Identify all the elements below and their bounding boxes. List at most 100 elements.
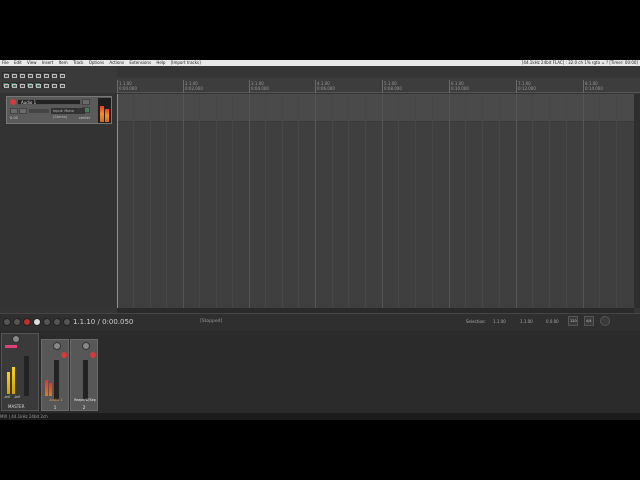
menu-options[interactable]: Options (87, 60, 106, 66)
mute-button[interactable] (82, 99, 90, 105)
selection-end[interactable]: 1.1.00 (520, 319, 533, 324)
ruler-label: 7.1.00 0:12.000 (518, 81, 536, 91)
lock-icon[interactable] (58, 72, 65, 78)
mixer-panel: -inf -inf MASTER Audio 1 1 ReaperW/Sep 2 (0, 331, 640, 420)
ruler-tick (583, 80, 584, 93)
ruler-label: 5.1.00 0:08.000 (384, 81, 402, 91)
rate-knob-icon[interactable] (600, 316, 610, 326)
window-title: [44.1kHz 24bit FLAC] : 32.0 ch 1% rgta =… (521, 60, 638, 65)
auto-crossfade-icon[interactable] (42, 82, 49, 88)
strip1-number: 1 (53, 405, 57, 410)
strip1-name[interactable]: Audio 1 (44, 398, 68, 402)
record-button[interactable] (23, 318, 31, 326)
strip2-pan-knob[interactable] (82, 342, 90, 350)
menu-actions[interactable]: Actions (107, 60, 126, 66)
input-select[interactable]: Input: Mono (Stereo) (51, 108, 85, 119)
menu-import-tracks[interactable]: [Import tracks] (169, 60, 203, 66)
meter-left (100, 106, 104, 122)
arrange-view[interactable] (117, 94, 634, 308)
ruler-label: 2.1.00 0:02.000 (185, 81, 203, 91)
ruler-tick (117, 80, 118, 93)
track-volume-value: 0.00 (10, 116, 18, 120)
strip1-fader[interactable] (54, 360, 59, 400)
mixer-strip-2[interactable]: ReaperW/Sep 2 (70, 339, 98, 411)
strip2-record-arm[interactable] (90, 352, 96, 358)
transport-bar: 1.1.10 / 0:00.050 [Stopped] Selection: 1… (0, 313, 640, 331)
status-bar: MIX | 44.1kHz 24bit 2ch (0, 413, 640, 420)
phase-button[interactable] (10, 108, 18, 114)
menu-item[interactable]: Item (57, 60, 70, 66)
mixer-strip-1[interactable]: Audio 1 1 (41, 339, 69, 411)
strip2-number: 2 (82, 405, 86, 410)
main-toolbar (0, 67, 117, 93)
edit-cursor (117, 94, 118, 308)
track-meter (98, 98, 111, 123)
envelope-link-icon[interactable] (34, 82, 41, 88)
ruler-tick (315, 80, 316, 93)
menu-help[interactable]: Help (154, 60, 167, 66)
project-settings-icon[interactable] (26, 72, 33, 78)
item-grouping-icon[interactable] (26, 82, 33, 88)
menu-file[interactable]: File (0, 60, 11, 66)
menu-insert[interactable]: Insert (40, 60, 55, 66)
selection-start[interactable]: 1.1.00 (493, 319, 506, 324)
envelope-lock-icon[interactable] (58, 82, 65, 88)
track-control-panel: Audio 1 Input: Mono (Stereo) 0.00 center (0, 93, 117, 308)
redo-icon[interactable] (42, 72, 49, 78)
master-pan-knob[interactable] (12, 335, 20, 343)
ruler-label: 6.1.00 0:10.000 (451, 81, 469, 91)
record-arm-button[interactable] (10, 99, 16, 105)
new-project-icon[interactable] (2, 72, 9, 78)
track-lane[interactable] (117, 94, 634, 122)
ruler-label: 1.1.00 0:00.000 (119, 81, 137, 91)
marker-icon[interactable] (50, 82, 57, 88)
strip1-record-arm[interactable] (61, 352, 67, 358)
vertical-scrollbar[interactable] (634, 94, 640, 308)
ruler-tick (449, 80, 450, 93)
master-db-right: -inf (14, 395, 20, 399)
strip1-pan-knob[interactable] (53, 342, 61, 350)
save-project-icon[interactable] (18, 72, 25, 78)
undo-icon[interactable] (34, 72, 41, 78)
strip2-name[interactable]: ReaperW/Sep (71, 398, 99, 402)
meter-right (105, 109, 109, 122)
master-meter-right (12, 367, 15, 394)
pause-button[interactable] (63, 318, 71, 326)
go-to-start-button[interactable] (3, 318, 11, 326)
timeline-ruler[interactable]: 1.1.00 0:00.000 2.1.00 0:02.000 3.1.00 0:04… (117, 78, 640, 93)
master-strip: -inf -inf MASTER (1, 333, 39, 411)
strip1-meter-left (45, 380, 48, 396)
menu-extensions[interactable]: Extensions (127, 60, 153, 66)
repeat-button[interactable] (43, 318, 51, 326)
master-meter-left (7, 372, 10, 394)
selection-length[interactable]: 0.0.00 (546, 319, 559, 324)
track-row[interactable]: Audio 1 Input: Mono (Stereo) 0.00 center (6, 96, 112, 124)
grid-icon[interactable] (18, 82, 25, 88)
play-position[interactable]: 1.1.10 / 0:00.050 (73, 318, 133, 326)
volume-slider[interactable] (29, 109, 49, 113)
open-project-icon[interactable] (10, 72, 17, 78)
master-fader[interactable] (24, 356, 29, 396)
menu-edit[interactable]: Edit (12, 60, 24, 66)
menu-bar: File Edit View Insert Item Track Options… (0, 60, 640, 66)
menu-track[interactable]: Track (71, 60, 85, 66)
track-name[interactable]: Audio 1 (17, 99, 81, 105)
timesig-display[interactable]: 4/4 (584, 316, 594, 326)
play-button[interactable] (33, 318, 41, 326)
ruler-tick (516, 80, 517, 93)
stop-button[interactable] (53, 318, 61, 326)
strip2-fader[interactable] (83, 360, 88, 400)
track-pan-value: center (79, 116, 91, 120)
snap-icon[interactable] (2, 82, 9, 88)
bpm-display[interactable]: 120 (568, 316, 578, 326)
go-to-end-button[interactable] (13, 318, 21, 326)
monitor-button[interactable] (19, 108, 27, 114)
menu-view[interactable]: View (25, 60, 39, 66)
ruler-label: 4.1.00 0:06.000 (317, 81, 335, 91)
transport-status: [Stopped] (200, 319, 223, 324)
ruler-tick (249, 80, 250, 93)
ruler-label: 8.1.00 0:14.000 (585, 81, 603, 91)
ripple-icon[interactable] (10, 82, 17, 88)
ruler-tick (183, 80, 184, 93)
metronome-icon[interactable] (50, 72, 57, 78)
